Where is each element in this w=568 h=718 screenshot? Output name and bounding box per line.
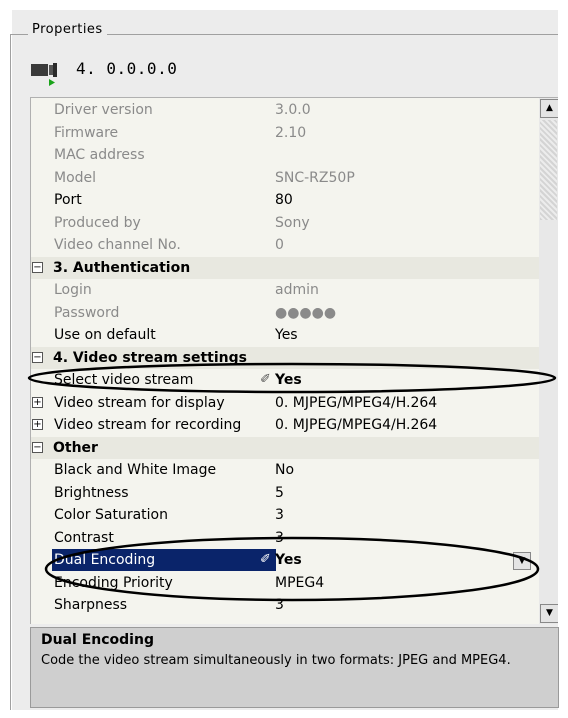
- expand-icon[interactable]: +: [32, 396, 43, 408]
- property-value[interactable]: admin: [275, 279, 319, 301]
- property-row[interactable]: Select video stream ✐ Yes: [31, 369, 539, 391]
- property-value[interactable]: 5: [275, 482, 284, 504]
- category-row[interactable]: −3. Authentication: [31, 256, 539, 279]
- property-name: Model: [54, 169, 97, 186]
- property-row[interactable]: Brightness 5: [31, 482, 539, 504]
- property-name: Port: [54, 192, 82, 208]
- camera-icon: [31, 63, 57, 86]
- property-value[interactable]: MPEG4: [275, 572, 324, 594]
- property-row[interactable]: Password ●●●●●: [31, 302, 539, 324]
- property-value[interactable]: 80: [275, 189, 293, 211]
- scrollbar-thumb[interactable]: [540, 120, 557, 220]
- property-name: 4. Video stream settings: [53, 349, 247, 366]
- property-value[interactable]: 3: [275, 594, 284, 616]
- property-name: Select video stream: [54, 372, 194, 388]
- dropdown-arrow-icon[interactable]: ▼: [513, 552, 531, 570]
- property-name: Black and White Image: [54, 462, 217, 478]
- property-value[interactable]: 3.0.0: [275, 99, 311, 121]
- property-value[interactable]: 0. MJPEG/MPEG4/H.264: [275, 392, 437, 414]
- property-name: Firmware: [54, 124, 119, 141]
- property-row[interactable]: Firmware 2.10: [31, 122, 539, 144]
- description-text: Code the video stream simultaneously in …: [41, 653, 511, 668]
- group-label: Properties: [28, 22, 107, 37]
- group-frame-left: [10, 34, 11, 710]
- description-title: Dual Encoding: [41, 632, 154, 648]
- property-value[interactable]: Sony: [275, 212, 310, 234]
- property-value[interactable]: 0. MJPEG/MPEG4/H.264: [275, 414, 437, 436]
- property-name: Login: [54, 282, 92, 298]
- property-name: Password: [54, 304, 120, 321]
- property-row[interactable]: Produced by Sony: [31, 212, 539, 234]
- property-row[interactable]: MAC address: [31, 144, 539, 166]
- property-row[interactable]: Contrast 3: [31, 527, 539, 549]
- property-name: Driver version: [54, 102, 153, 118]
- scroll-down-arrow-icon[interactable]: ▼: [540, 604, 558, 623]
- property-row[interactable]: Sharpness 3: [31, 594, 539, 616]
- property-value[interactable]: 0: [275, 234, 284, 256]
- property-row[interactable]: Video channel No. 0: [31, 234, 539, 256]
- collapse-icon[interactable]: −: [32, 441, 43, 453]
- vertical-scrollbar[interactable]: ▲ ▼: [539, 98, 558, 624]
- property-name: 3. Authentication: [53, 259, 191, 276]
- description-panel: Dual Encoding Code the video stream simu…: [30, 627, 559, 708]
- property-row[interactable]: Color Saturation 3: [31, 504, 539, 526]
- property-name: Dual Encoding: [52, 549, 276, 571]
- scroll-up-arrow-icon[interactable]: ▲: [540, 99, 558, 118]
- property-value[interactable]: Yes: [275, 549, 302, 571]
- property-value[interactable]: 3: [275, 504, 284, 526]
- property-name: Encoding Priority: [54, 574, 173, 591]
- property-row[interactable]: Model SNC-RZ50P: [31, 167, 539, 189]
- property-value[interactable]: Yes: [275, 369, 302, 391]
- collapse-icon[interactable]: −: [32, 351, 43, 363]
- property-row[interactable]: Port 80: [31, 189, 539, 211]
- property-row[interactable]: + Video stream for recording 0. MJPEG/MPEG…: [31, 414, 539, 436]
- device-title: 4. 0.0.0.0: [76, 59, 178, 78]
- property-name: Video stream for recording: [54, 417, 242, 433]
- property-row[interactable]: Dual Encoding ✐ Yes ▼: [31, 549, 539, 571]
- property-value[interactable]: ●●●●●: [275, 302, 336, 324]
- property-name: Color Saturation: [54, 507, 168, 523]
- pencil-icon: ✐: [260, 552, 271, 567]
- property-name: Use on default: [54, 327, 156, 343]
- property-name: MAC address: [54, 147, 145, 163]
- property-name: Video stream for display: [54, 394, 225, 411]
- category-row[interactable]: −4. Video stream settings: [31, 346, 539, 369]
- property-row[interactable]: Login admin: [31, 279, 539, 301]
- property-value[interactable]: No: [275, 459, 294, 481]
- pencil-icon: ✐: [260, 372, 271, 387]
- property-name: Video channel No.: [54, 237, 181, 253]
- collapse-icon[interactable]: −: [32, 261, 43, 273]
- property-row[interactable]: Encoding Priority MPEG4: [31, 572, 539, 594]
- property-value[interactable]: 2.10: [275, 122, 306, 144]
- property-value[interactable]: 3: [275, 527, 284, 549]
- property-row[interactable]: + Video stream for display 0. MJPEG/MPEG4/…: [31, 392, 539, 414]
- expand-icon[interactable]: +: [32, 419, 43, 430]
- property-value[interactable]: SNC-RZ50P: [275, 167, 355, 189]
- property-name: Produced by: [54, 214, 141, 231]
- category-row[interactable]: − Other: [31, 436, 539, 459]
- property-value[interactable]: Yes: [275, 324, 298, 346]
- property-name: Brightness: [54, 484, 129, 501]
- property-row[interactable]: Driver version 3.0.0: [31, 99, 539, 121]
- property-row[interactable]: Use on default Yes: [31, 324, 539, 346]
- property-row[interactable]: Black and White Image No: [31, 459, 539, 481]
- property-name: Contrast: [54, 529, 114, 546]
- property-name: Sharpness: [54, 597, 128, 613]
- property-name: Other: [53, 439, 98, 456]
- property-grid[interactable]: Driver version 3.0.0 Firmware 2.10 MAC addre…: [30, 97, 558, 624]
